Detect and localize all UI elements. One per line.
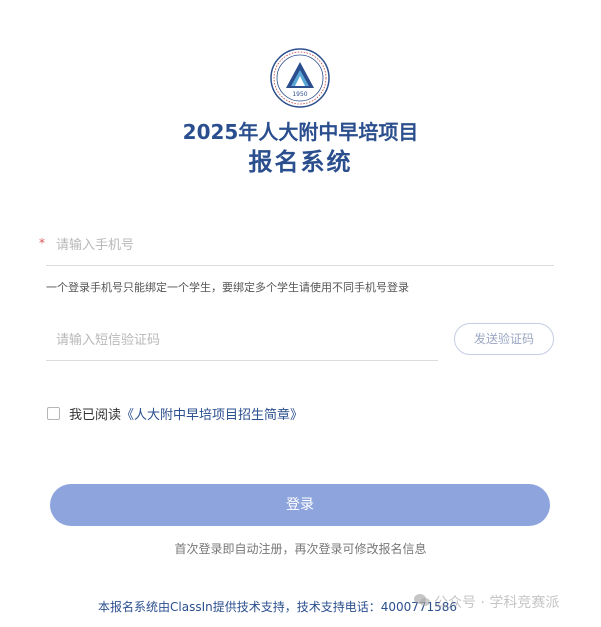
agreement-label: 我已阅读 [69, 408, 122, 423]
required-mark: * [39, 236, 45, 250]
admission-guide-link[interactable]: 《人大附中早培项目招生简章》 [121, 404, 303, 423]
svg-text:1950: 1950 [292, 91, 307, 98]
school-logo: 1950 [270, 48, 330, 108]
watermark-text: 公众号 · 学科竞赛派 [434, 595, 560, 611]
send-code-button[interactable]: 发送验证码 [454, 323, 554, 355]
sms-code-input[interactable] [46, 321, 438, 361]
login-button[interactable]: 登录 [50, 484, 550, 526]
agreement-row: 我已阅读 《人大附中早培项目招生简章》 [47, 404, 303, 423]
wechat-icon [414, 593, 430, 611]
page-subtitle: 报名系统 [248, 148, 353, 176]
agreement-checkbox[interactable] [47, 407, 60, 420]
watermark: 公众号 · 学科竞赛派 [414, 592, 559, 612]
page-title: 2025年人大附中早培项目 [182, 120, 419, 144]
phone-hint: 一个登录手机号只能绑定一个学生，要绑定多个学生请使用不同手机号登录 [46, 281, 409, 294]
login-note: 首次登录即自动注册，再次登录可修改报名信息 [174, 542, 427, 556]
phone-input[interactable] [46, 226, 554, 266]
tech-support-text: 本报名系统由ClassIn提供技术支持，技术支持电话：4000771586 [98, 600, 458, 614]
